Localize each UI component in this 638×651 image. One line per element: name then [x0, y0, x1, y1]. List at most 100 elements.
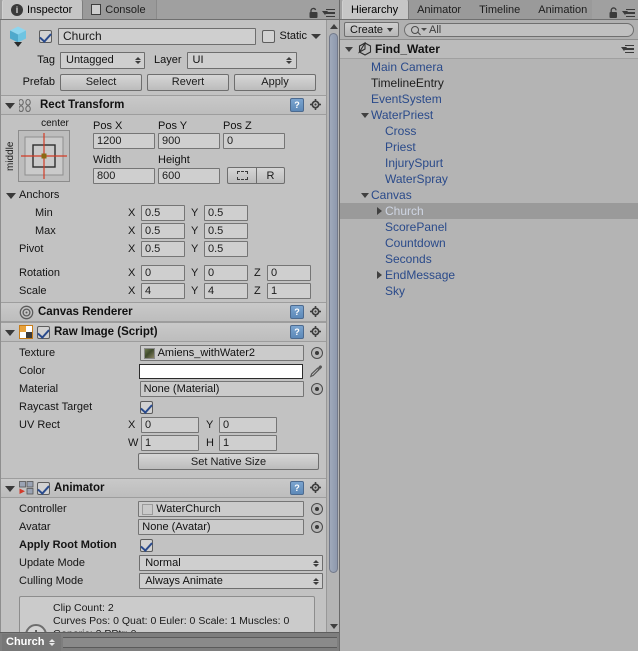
height-input[interactable]: 600 [158, 167, 220, 184]
scene-row[interactable]: Find_Water [340, 40, 638, 59]
help-icon[interactable]: ? [290, 98, 304, 112]
help-icon[interactable]: ? [290, 325, 304, 339]
controller-picker-icon[interactable] [311, 503, 323, 515]
pos-y-input[interactable]: 900 [158, 133, 220, 149]
rect-transform-foldout-icon[interactable] [4, 100, 15, 111]
apply-root-motion-checkbox[interactable] [140, 538, 153, 552]
set-native-size-button[interactable]: Set Native Size [138, 453, 319, 470]
gear-icon[interactable] [309, 305, 323, 319]
raw-image-header[interactable]: Raw Image (Script) ? [1, 322, 327, 342]
search-filter-dropdown-icon[interactable] [421, 28, 428, 31]
tab-inspector[interactable]: i Inspector [2, 0, 84, 19]
hierarchy-item-priest[interactable]: Priest [340, 139, 638, 155]
tab-hierarchy[interactable]: Hierarchy [342, 0, 410, 19]
foldout-open-icon[interactable] [360, 110, 371, 121]
search-input[interactable]: All [404, 22, 634, 37]
rotation-y-input[interactable]: 0 [204, 265, 248, 281]
breadcrumb-item-church[interactable]: Church [2, 633, 61, 651]
material-picker-icon[interactable] [311, 383, 323, 395]
hierarchy-item-canvas[interactable]: Canvas [340, 187, 638, 203]
scene-foldout-icon[interactable] [344, 44, 355, 55]
pos-z-input[interactable]: 0 [223, 133, 285, 149]
update-mode-dropdown[interactable]: Normal [139, 555, 323, 571]
hierarchy-item-main-camera[interactable]: Main Camera [340, 59, 638, 75]
tab-console[interactable]: Console [83, 0, 157, 19]
uv-w-input[interactable]: 1 [141, 435, 199, 451]
inspector-menu-icon[interactable] [322, 8, 335, 19]
prefab-apply-button[interactable]: Apply [234, 73, 316, 91]
gear-icon[interactable] [309, 325, 323, 339]
pivot-y-input[interactable]: 0.5 [204, 241, 248, 257]
gameobject-name-input[interactable]: Church [58, 27, 257, 45]
foldout-open-icon[interactable] [360, 190, 371, 201]
uv-h-input[interactable]: 1 [219, 435, 277, 451]
rotation-z-input[interactable]: 0 [267, 265, 311, 281]
hierarchy-item-scorepanel[interactable]: ScorePanel [340, 219, 638, 235]
help-icon[interactable]: ? [290, 305, 304, 319]
hierarchy-item-timelineentry[interactable]: TimelineEntry [340, 75, 638, 91]
anchor-preset-widget[interactable] [18, 130, 70, 182]
animator-enabled-checkbox[interactable] [37, 481, 50, 495]
avatar-object-field[interactable]: None (Avatar) [138, 519, 304, 535]
hierarchy-item-countdown[interactable]: Countdown [340, 235, 638, 251]
hierarchy-item-waterspray[interactable]: WaterSpray [340, 171, 638, 187]
hierarchy-item-sky[interactable]: Sky [340, 283, 638, 299]
hierarchy-item-church[interactable]: Church [340, 203, 638, 219]
prefab-select-button[interactable]: Select [60, 73, 142, 91]
scroll-up-arrow-icon[interactable] [329, 21, 338, 31]
lock-icon[interactable] [608, 7, 619, 19]
hierarchy-item-injuryspurt[interactable]: InjurySpurt [340, 155, 638, 171]
help-icon[interactable]: ? [290, 481, 304, 495]
scale-y-input[interactable]: 4 [204, 283, 248, 299]
anchor-min-y-input[interactable]: 0.5 [204, 205, 248, 221]
gear-icon[interactable] [309, 98, 323, 112]
hierarchy-item-cross[interactable]: Cross [340, 123, 638, 139]
hierarchy-item-endmessage[interactable]: EndMessage [340, 267, 638, 283]
gameobject-enabled-checkbox[interactable] [39, 29, 52, 43]
create-button[interactable]: Create [344, 22, 400, 37]
anchor-max-y-input[interactable]: 0.5 [204, 223, 248, 239]
pos-x-input[interactable]: 1200 [93, 133, 155, 149]
animator-header[interactable]: Animator ? [1, 478, 327, 498]
raw-image-foldout-icon[interactable] [4, 327, 15, 338]
canvas-renderer-header[interactable]: Canvas Renderer ? [1, 302, 327, 322]
anchors-foldout-icon[interactable] [5, 190, 16, 201]
inspector-scrollbar[interactable] [326, 20, 339, 632]
inspector-scrollbar-thumb[interactable] [329, 33, 338, 573]
material-object-field[interactable]: None (Material) [139, 381, 304, 397]
avatar-picker-icon[interactable] [311, 521, 323, 533]
blueprint-mode-button[interactable] [227, 167, 257, 184]
anchor-max-x-input[interactable]: 0.5 [141, 223, 185, 239]
hierarchy-item-eventsystem[interactable]: EventSystem [340, 91, 638, 107]
breadcrumb-dropdown-icon[interactable] [48, 638, 57, 646]
static-dropdown-icon[interactable] [311, 33, 321, 39]
controller-object-field[interactable]: WaterChurch [138, 501, 304, 517]
foldout-closed-icon[interactable] [374, 206, 385, 217]
layer-dropdown[interactable]: UI [186, 51, 297, 69]
color-swatch[interactable] [139, 363, 303, 379]
pivot-x-input[interactable]: 0.5 [141, 241, 185, 257]
anchor-min-x-input[interactable]: 0.5 [141, 205, 185, 221]
prefab-revert-button[interactable]: Revert [147, 73, 229, 91]
scroll-down-arrow-icon[interactable] [329, 621, 338, 631]
width-input[interactable]: 800 [93, 167, 155, 184]
rotation-x-input[interactable]: 0 [141, 265, 185, 281]
animator-foldout-icon[interactable] [4, 483, 15, 494]
texture-object-field[interactable]: Amiens_withWater2 [139, 345, 304, 361]
raw-edit-button[interactable]: R [257, 167, 285, 184]
rect-transform-header[interactable]: Rect Transform ? [1, 95, 327, 115]
raycast-target-checkbox[interactable] [140, 400, 153, 414]
hierarchy-item-seconds[interactable]: Seconds [340, 251, 638, 267]
tab-timeline[interactable]: Timeline [471, 0, 531, 19]
uv-x-input[interactable]: 0 [141, 417, 199, 433]
uv-y-input[interactable]: 0 [219, 417, 277, 433]
tag-dropdown[interactable]: Untagged [60, 51, 145, 69]
static-checkbox[interactable] [262, 29, 276, 43]
scale-x-input[interactable]: 4 [141, 283, 185, 299]
eyedropper-icon[interactable] [309, 364, 323, 378]
tab-animator[interactable]: Animator [409, 0, 472, 19]
culling-mode-dropdown[interactable]: Always Animate [139, 573, 323, 589]
foldout-closed-icon[interactable] [374, 270, 385, 281]
tab-animation[interactable]: Animation [530, 0, 593, 19]
hierarchy-menu-icon[interactable] [622, 8, 635, 19]
